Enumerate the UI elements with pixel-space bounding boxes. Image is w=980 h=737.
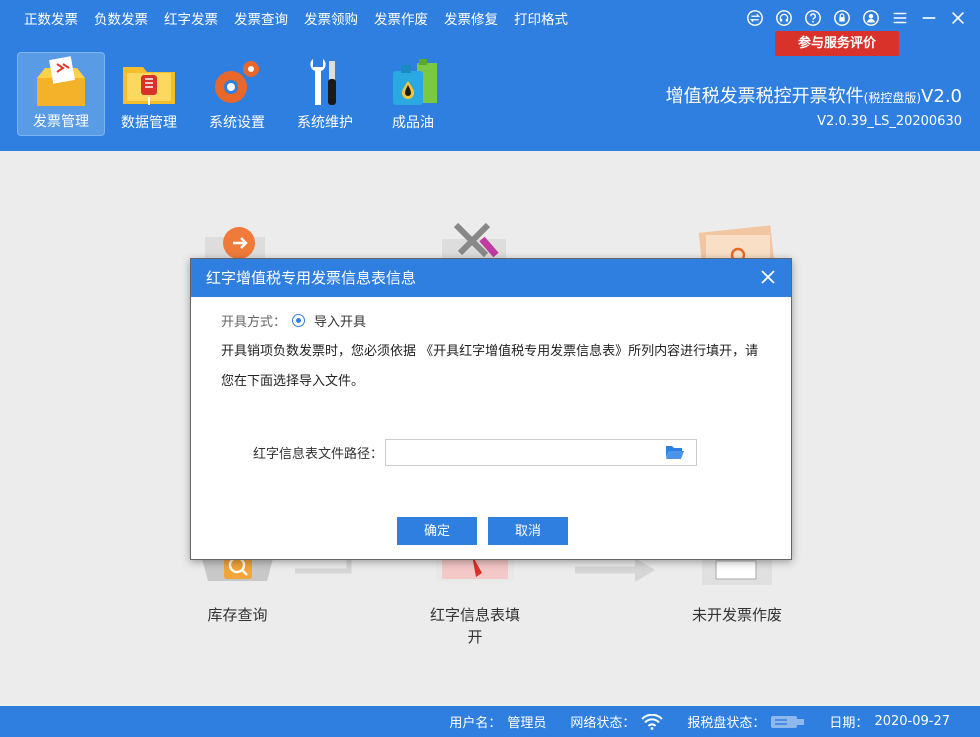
- wifi-icon: [641, 713, 664, 730]
- dialog-title: 红字增值税专用发票信息表信息: [206, 269, 417, 287]
- app-header: 正数发票 负数发票 红字发票 发票查询 发票领购 发票作废 发票修复 打印格式: [0, 0, 980, 151]
- menu-invoice-purchase[interactable]: 发票领购: [296, 0, 366, 40]
- status-user: 用户名： 管理员: [449, 712, 546, 731]
- window-controls: [745, 8, 968, 28]
- tools-icon: [442, 219, 506, 261]
- brand-block: 增值税发票税控开票软件(税控盘版)V2.0 V2.0.39_LS_2020063…: [666, 82, 962, 129]
- oil-can-icon: [383, 57, 443, 109]
- close-icon[interactable]: [759, 268, 777, 286]
- dialog-header: 红字增值税专用发票信息表信息: [191, 259, 791, 297]
- tool-label: 成品油: [392, 115, 434, 131]
- tool-system-maintenance[interactable]: 系统维护: [281, 52, 369, 136]
- red-invoice-info-dialog: 红字增值税专用发票信息表信息 开具方式： 导入开具 开具销项负数发票时，您必须依…: [190, 258, 792, 560]
- status-date-label: 日期：: [829, 716, 869, 731]
- file-path-field: [385, 439, 698, 466]
- status-network-label: 网络状态：: [570, 716, 636, 731]
- cancel-button[interactable]: 取消: [488, 517, 568, 545]
- file-path-row: 红字信息表文件路径：: [253, 439, 698, 466]
- status-bar: 用户名： 管理员 网络状态： 报税盘状态： 日期： 2020-09-27: [0, 706, 980, 737]
- import-issue-label: 导入开具: [314, 315, 367, 330]
- void-unused-invoice-label: 未开发票作废: [691, 606, 782, 624]
- menu-print-format[interactable]: 打印格式: [506, 0, 576, 40]
- brand-title: 增值税发票税控开票软件(税控盘版)V2.0: [666, 82, 962, 108]
- minimize-icon[interactable]: [919, 8, 939, 28]
- menu-icon[interactable]: [890, 8, 910, 28]
- help-icon[interactable]: [803, 8, 823, 28]
- brand-edition: (税控盘版): [863, 91, 922, 105]
- menu-positive-invoice[interactable]: 正数发票: [16, 0, 86, 40]
- red-info-form-label: 红字信息表填开: [429, 606, 520, 646]
- dialog-instruction: 开具销项负数发票时，您必须依据 《开具红字增值税专用发票信息表》所列内容进行填开…: [221, 344, 759, 389]
- issue-method-label: 开具方式：: [221, 315, 287, 330]
- tools-icon: [295, 57, 355, 109]
- brand-build: V2.0.39_LS_20200630: [817, 114, 962, 129]
- status-tax-disk: 报税盘状态：: [687, 712, 805, 731]
- status-date-value: 2020-09-27: [874, 714, 950, 729]
- export-icon: [205, 221, 265, 261]
- status-user-label: 用户名：: [449, 716, 502, 731]
- invoice-stack-icon: [696, 223, 776, 267]
- menu-invoice-void[interactable]: 发票作废: [366, 0, 436, 40]
- folder-open-icon[interactable]: [666, 445, 685, 459]
- menu-invoice-repair[interactable]: 发票修复: [436, 0, 506, 40]
- lock-icon[interactable]: [832, 8, 852, 28]
- menu-red-invoice[interactable]: 红字发票: [156, 0, 226, 40]
- status-date: 日期： 2020-09-27: [829, 712, 950, 731]
- tool-system-settings[interactable]: 系统设置: [193, 52, 281, 136]
- flow-arrow-icon: [295, 559, 355, 577]
- menu-invoice-query[interactable]: 发票查询: [226, 0, 296, 40]
- main-toolbar: 发票管理 数据管理 系统设置 系统维护 成品油: [17, 52, 457, 136]
- folder-icon: [119, 57, 179, 109]
- gear-icon: [207, 57, 267, 109]
- tool-label: 数据管理: [121, 115, 177, 131]
- flow-arrow-icon: [575, 556, 657, 586]
- tool-label: 系统维护: [297, 115, 353, 131]
- inventory-query-label: 库存查询: [207, 606, 268, 624]
- file-path-label: 红字信息表文件路径：: [253, 447, 384, 462]
- close-icon[interactable]: [948, 8, 968, 28]
- swap-icon[interactable]: [745, 8, 765, 28]
- status-user-value: 管理员: [507, 716, 547, 731]
- tool-label: 发票管理: [33, 114, 89, 130]
- invoice-box-icon: [31, 56, 91, 108]
- headset-icon[interactable]: [774, 8, 794, 28]
- status-tax-disk-label: 报税盘状态：: [687, 716, 766, 731]
- tool-label: 系统设置: [209, 115, 265, 131]
- top-menu: 正数发票 负数发票 红字发票 发票查询 发票领购 发票作废 发票修复 打印格式: [16, 0, 576, 40]
- import-issue-radio[interactable]: [292, 314, 306, 327]
- file-path-input[interactable]: [386, 440, 657, 465]
- status-network: 网络状态：: [570, 712, 664, 731]
- brand-name: 增值税发票税控开票软件: [665, 86, 864, 107]
- menu-negative-invoice[interactable]: 负数发票: [86, 0, 156, 40]
- issue-method-row: 开具方式： 导入开具: [221, 311, 366, 330]
- confirm-button[interactable]: 确定: [397, 517, 477, 545]
- tool-data-management[interactable]: 数据管理: [105, 52, 193, 136]
- usb-disk-icon: [771, 715, 805, 728]
- tool-refined-oil[interactable]: 成品油: [369, 52, 457, 136]
- tool-invoice-management[interactable]: 发票管理: [17, 52, 105, 136]
- service-rating-button[interactable]: 参与服务评价: [775, 31, 899, 56]
- brand-version: V2.0: [921, 86, 962, 107]
- user-icon[interactable]: [861, 8, 881, 28]
